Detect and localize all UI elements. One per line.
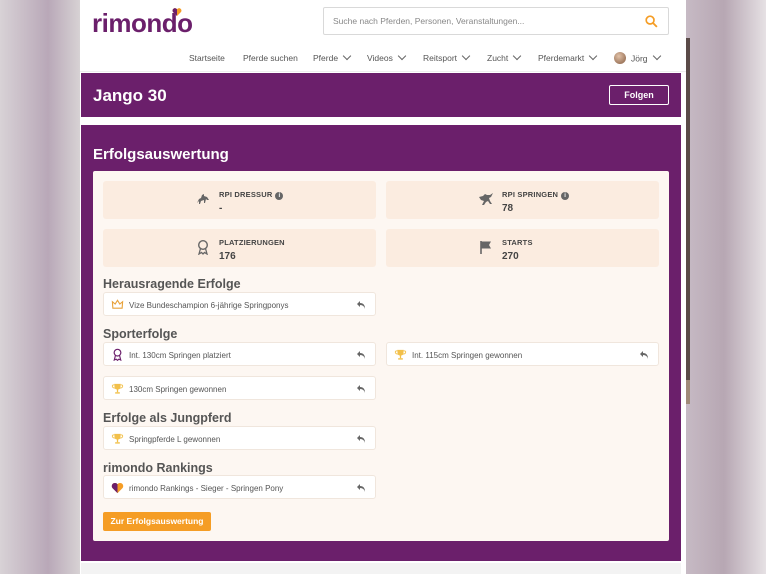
share-icon[interactable] — [356, 434, 366, 444]
item-text: 130cm Springen gewonnen — [129, 385, 227, 394]
section-title: rimondo Rankings — [103, 461, 213, 475]
background-strip — [686, 38, 690, 404]
chevron-down-icon — [513, 51, 522, 61]
stat-value: - — [219, 203, 223, 214]
nav-item-startseite[interactable]: Startseite — [189, 53, 225, 63]
stat-value: 270 — [502, 251, 519, 262]
main-nav: Startseite Pferde suchen Pferde Videos R… — [80, 42, 686, 72]
top-bar: rimondo Suche nach Pferden, Personen, Ve… — [80, 0, 686, 42]
section-title: Erfolge als Jungpferd — [103, 411, 232, 425]
nav-item-zucht[interactable]: Zucht — [487, 51, 522, 63]
dressage-horse-icon — [197, 194, 209, 204]
stat-label: STARTS — [502, 238, 533, 247]
stat-label: RPI DRESSUR — [219, 190, 273, 199]
chevron-down-icon — [589, 51, 598, 61]
search-placeholder: Suche nach Pferden, Personen, Veranstalt… — [333, 16, 525, 26]
trophy-icon — [111, 433, 124, 444]
list-item[interactable]: Vize Bundeschampion 6-jährige Springpony… — [103, 292, 376, 316]
rosette-icon — [113, 348, 122, 361]
item-text: Springpferde L gewonnen — [129, 435, 221, 444]
stat-label: RPI SPRINGEN — [502, 190, 559, 199]
footer-divider — [81, 563, 681, 574]
share-icon[interactable] — [356, 384, 366, 394]
section-title: Sporterfolge — [103, 327, 178, 341]
crown-icon — [111, 299, 124, 309]
trophy-icon — [394, 349, 407, 360]
list-item[interactable]: Springpferde L gewonnen — [103, 426, 376, 450]
share-icon[interactable] — [639, 350, 649, 360]
info-icon[interactable]: i — [561, 192, 570, 200]
success-evaluation-button[interactable]: Zur Erfolgsauswertung — [103, 512, 211, 531]
page-title: Jango 30 — [93, 86, 167, 105]
horse-header: Jango 30 Folgen — [81, 73, 681, 117]
success-title: Erfolgsauswertung — [93, 146, 229, 163]
list-item[interactable]: Int. 130cm Springen platziert — [103, 342, 376, 366]
list-item[interactable]: 130cm Springen gewonnen — [103, 376, 376, 400]
nav-item-pferde[interactable]: Pferde — [313, 51, 352, 63]
rimondo-logo-icon — [111, 482, 124, 494]
section-title: Herausragende Erfolge — [103, 277, 241, 291]
search-input[interactable]: Suche nach Pferden, Personen, Veranstalt… — [323, 7, 669, 35]
success-panel: Erfolgsauswertung RPI DRESSUR i - RPI SPR… — [81, 125, 681, 561]
background-strip-lower — [686, 380, 690, 404]
item-text: rimondo Rankings - Sieger - Springen Pon… — [129, 484, 284, 493]
avatar — [614, 52, 626, 64]
follow-button[interactable]: Folgen — [609, 85, 669, 105]
stat-rpi-dressur: RPI DRESSUR i - — [103, 181, 376, 219]
chevron-down-icon — [652, 52, 661, 61]
item-text: Vize Bundeschampion 6-jährige Springpony… — [129, 301, 289, 310]
success-card: RPI DRESSUR i - RPI SPRINGEN i 78 PLATZIER… — [93, 171, 669, 541]
background-left — [0, 0, 80, 574]
stat-value: 78 — [502, 203, 514, 214]
nav-user-menu[interactable]: Jörg — [614, 52, 661, 65]
item-text: Int. 130cm Springen platziert — [129, 351, 231, 360]
page: rimondo Suche nach Pferden, Personen, Ve… — [80, 0, 686, 574]
nav-item-reitsport[interactable]: Reitsport — [423, 51, 471, 63]
share-icon[interactable] — [356, 350, 366, 360]
list-item[interactable]: rimondo Rankings - Sieger - Springen Pon… — [103, 475, 376, 499]
item-text: Int. 115cm Springen gewonnen — [412, 351, 523, 360]
flag-icon — [480, 241, 491, 254]
nav-item-pferde-suchen[interactable]: Pferde suchen — [243, 53, 298, 63]
search-icon[interactable] — [645, 15, 658, 28]
nav-item-videos[interactable]: Videos — [367, 51, 407, 63]
stat-value: 176 — [219, 251, 236, 262]
nav-item-pferdemarkt[interactable]: Pferdemarkt — [538, 51, 598, 63]
trophy-icon — [111, 383, 124, 394]
chevron-down-icon — [342, 51, 352, 61]
chevron-down-icon — [461, 51, 471, 61]
share-icon[interactable] — [356, 483, 366, 493]
background-right — [682, 0, 766, 574]
list-item[interactable]: Int. 115cm Springen gewonnen — [386, 342, 659, 366]
stat-starts: STARTS 270 — [386, 229, 659, 267]
stat-rpi-springen: RPI SPRINGEN i 78 — [386, 181, 659, 219]
chevron-down-icon — [397, 51, 407, 61]
info-icon[interactable]: i — [275, 192, 284, 200]
stat-platzierungen: PLATZIERUNGEN 176 — [103, 229, 376, 267]
rosette-icon — [197, 239, 209, 255]
jumping-horse-icon — [479, 193, 493, 205]
user-name: Jörg — [631, 53, 648, 64]
share-icon[interactable] — [356, 300, 366, 310]
logo-heart-icon — [172, 8, 182, 16]
rimondo-logo[interactable]: rimondo — [92, 8, 193, 39]
stat-label: PLATZIERUNGEN — [219, 238, 285, 247]
